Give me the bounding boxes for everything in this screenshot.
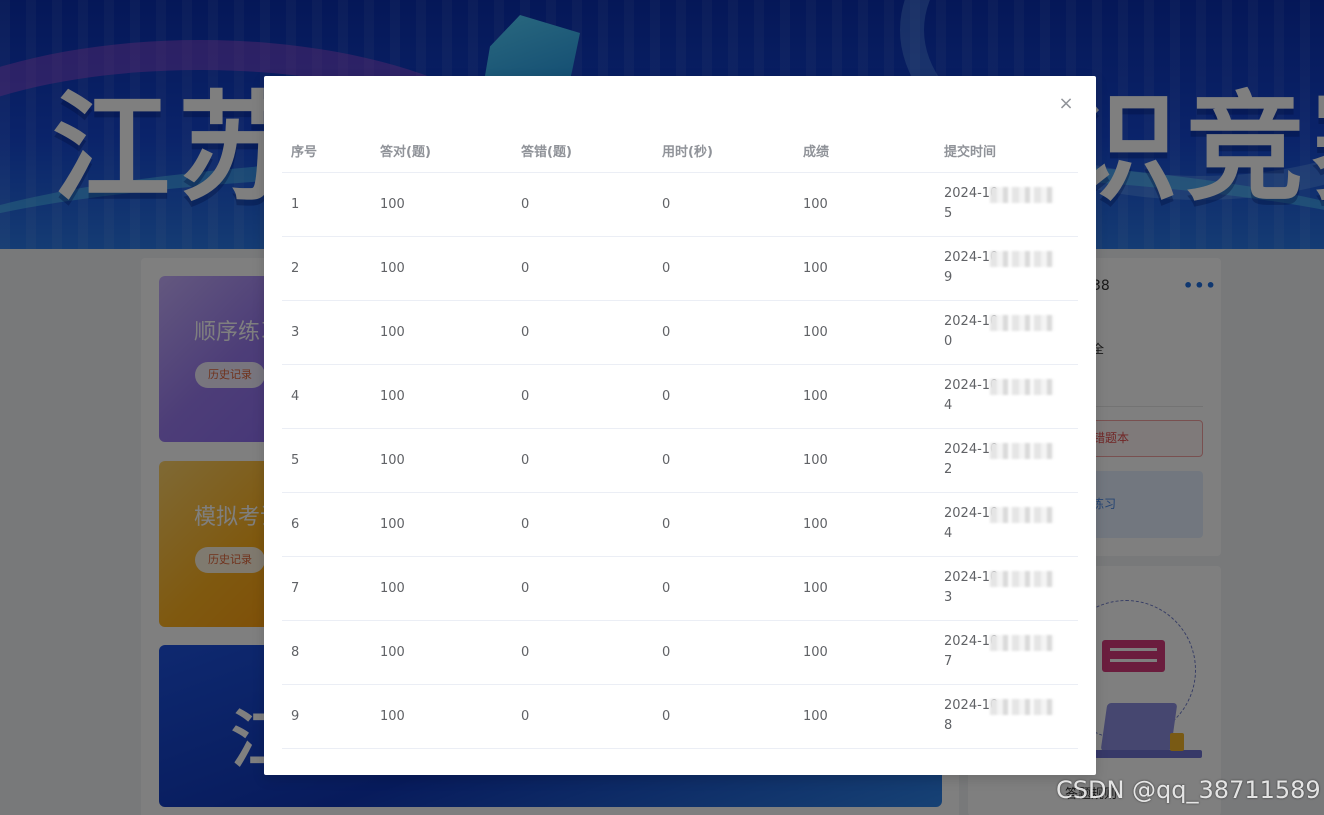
table-row: 4 100 0 0 100 2024-10 4	[282, 364, 1078, 429]
cell-time-used: 0	[653, 620, 794, 685]
submit-time-line2: 4	[944, 526, 953, 541]
cell-time-used: 0	[653, 428, 794, 493]
cell-correct: 100	[371, 300, 512, 365]
redaction-mask	[990, 250, 1054, 267]
cell-correct: 100	[371, 364, 512, 429]
cell-index: 6	[282, 492, 371, 557]
cell-index: 2	[282, 236, 371, 301]
cell-wrong: 0	[512, 428, 653, 493]
cell-wrong: 0	[512, 300, 653, 365]
header-time-used: 用时(秒)	[653, 130, 794, 173]
watermark: CSDN @qq_38711589	[1056, 776, 1321, 804]
cell-submit-time: 2024-10 4	[935, 492, 1078, 557]
table-row: 9 100 0 0 100 2024-10 8	[282, 684, 1078, 749]
cell-score: 100	[794, 236, 935, 301]
cell-correct: 100	[371, 236, 512, 301]
cell-correct: 100	[371, 684, 512, 749]
cell-wrong: 0	[512, 620, 653, 685]
cell-wrong: 0	[512, 172, 653, 237]
redaction-mask	[990, 378, 1054, 395]
cell-submit-time: 2024-10 2	[935, 428, 1078, 493]
cell-index: 9	[282, 684, 371, 749]
redaction-mask	[990, 570, 1054, 587]
submit-time-line2: 9	[944, 270, 953, 285]
history-dialog: × 序号 答对(题) 答错(题) 用时(秒) 成绩 提交时间 1 100 0 0 100…	[264, 76, 1096, 775]
header-submit-time: 提交时间	[935, 130, 1078, 173]
header-correct: 答对(题)	[371, 130, 512, 173]
cell-index: 1	[282, 172, 371, 237]
submit-time-line2: 3	[944, 590, 953, 605]
redaction-mask	[990, 442, 1054, 459]
cell-index: 3	[282, 300, 371, 365]
redaction-mask	[990, 186, 1054, 203]
submit-time-line2: 2	[944, 462, 953, 477]
table-row: 5 100 0 0 100 2024-10 2	[282, 428, 1078, 493]
table-row: 6 100 0 0 100 2024-10 4	[282, 492, 1078, 557]
table-row: 3 100 0 0 100 2024-10 0	[282, 300, 1078, 365]
cell-time-used: 0	[653, 172, 794, 237]
cell-time-used: 0	[653, 300, 794, 365]
cell-time-used: 0	[653, 364, 794, 429]
header-wrong: 答错(题)	[512, 130, 653, 173]
cell-time-used: 0	[653, 556, 794, 621]
cell-correct: 100	[371, 620, 512, 685]
cell-correct: 100	[371, 428, 512, 493]
cell-submit-time: 2024-10 9	[935, 236, 1078, 301]
submit-time-line2: 7	[944, 654, 953, 669]
cell-correct: 100	[371, 172, 512, 237]
table-row: 2 100 0 0 100 2024-10 9	[282, 236, 1078, 301]
cell-score: 100	[794, 556, 935, 621]
redaction-mask	[990, 314, 1054, 331]
cell-score: 100	[794, 300, 935, 365]
cell-score: 100	[794, 172, 935, 237]
redaction-mask	[990, 698, 1054, 715]
submit-time-line2: 5	[944, 206, 953, 221]
cell-score: 100	[794, 364, 935, 429]
table-row: 8 100 0 0 100 2024-10 7	[282, 620, 1078, 685]
cell-submit-time: 2024-10 3	[935, 556, 1078, 621]
header-score: 成绩	[794, 130, 935, 173]
close-icon[interactable]: ×	[1054, 92, 1078, 116]
submit-time-line2: 4	[944, 398, 953, 413]
submit-time-line2: 8	[944, 718, 953, 733]
cell-wrong: 0	[512, 684, 653, 749]
cell-score: 100	[794, 620, 935, 685]
cell-submit-time: 2024-10 0	[935, 300, 1078, 365]
cell-time-used: 0	[653, 236, 794, 301]
cell-score: 100	[794, 684, 935, 749]
cell-score: 100	[794, 492, 935, 557]
cell-time-used: 0	[653, 684, 794, 749]
redaction-mask	[990, 506, 1054, 523]
cell-time-used: 0	[653, 492, 794, 557]
header-index: 序号	[282, 130, 371, 173]
cell-index: 5	[282, 428, 371, 493]
cell-index: 8	[282, 620, 371, 685]
history-table: 序号 答对(题) 答错(题) 用时(秒) 成绩 提交时间 1 100 0 0 100 20…	[282, 130, 1078, 749]
cell-wrong: 0	[512, 236, 653, 301]
cell-score: 100	[794, 428, 935, 493]
cell-index: 7	[282, 556, 371, 621]
cell-submit-time: 2024-10 5	[935, 172, 1078, 237]
cell-correct: 100	[371, 556, 512, 621]
cell-submit-time: 2024-10 4	[935, 364, 1078, 429]
cell-submit-time: 2024-10 7	[935, 620, 1078, 685]
submit-time-line2: 0	[944, 334, 953, 349]
cell-wrong: 0	[512, 492, 653, 557]
cell-wrong: 0	[512, 556, 653, 621]
table-row: 1 100 0 0 100 2024-10 5	[282, 172, 1078, 237]
table-header-row: 序号 答对(题) 答错(题) 用时(秒) 成绩 提交时间	[282, 130, 1078, 173]
table-row: 7 100 0 0 100 2024-10 3	[282, 556, 1078, 621]
redaction-mask	[990, 634, 1054, 651]
cell-submit-time: 2024-10 8	[935, 684, 1078, 749]
cell-wrong: 0	[512, 364, 653, 429]
cell-index: 4	[282, 364, 371, 429]
cell-correct: 100	[371, 492, 512, 557]
